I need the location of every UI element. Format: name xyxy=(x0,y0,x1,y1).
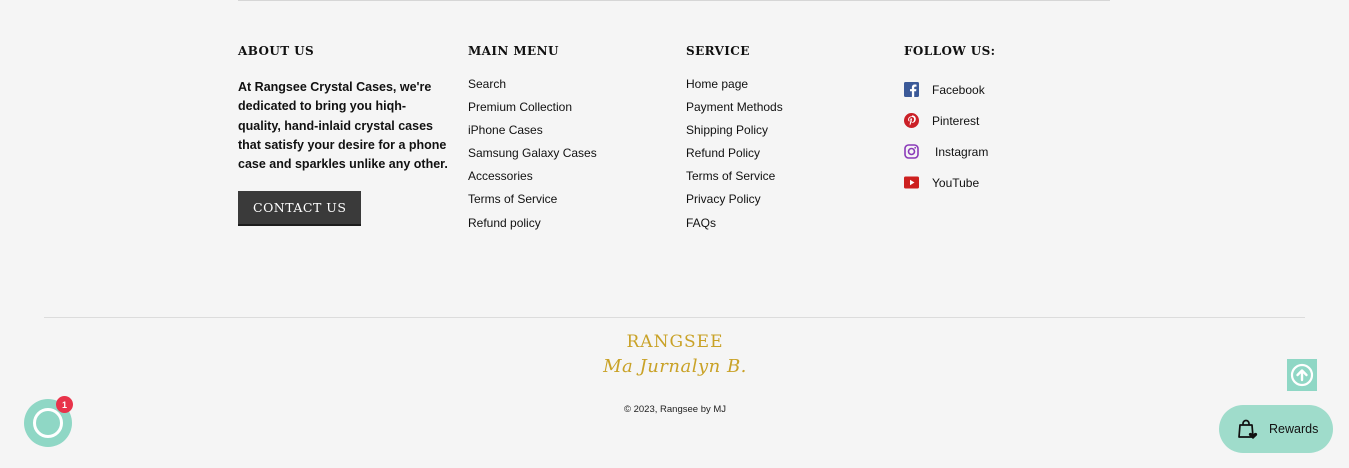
youtube-label: YouTube xyxy=(932,175,980,190)
about-column: ABOUT US At Rangsee Crystal Cases, we're… xyxy=(238,44,448,227)
brand-signature: Ma Jurnalyn B. xyxy=(603,356,747,377)
shopping-bag-heart-icon xyxy=(1238,419,1258,439)
arrow-up-circle-icon xyxy=(1290,363,1314,387)
scroll-to-top-button[interactable] xyxy=(1287,359,1317,391)
chat-bubble-icon xyxy=(33,408,63,438)
bottom-divider xyxy=(44,317,1305,318)
rewards-button[interactable]: Rewards xyxy=(1219,405,1333,453)
service-link-terms-of-service[interactable]: Terms of Service xyxy=(686,165,886,188)
menu-link-accessories[interactable]: Accessories xyxy=(468,165,668,188)
facebook-label: Facebook xyxy=(932,82,985,97)
main-menu-heading: MAIN MENU xyxy=(468,44,559,58)
service-column: SERVICE Home page Payment Methods Shippi… xyxy=(686,44,886,235)
copyright-text: © 2023, Rangsee by MJ xyxy=(623,404,727,415)
follow-column: FOLLOW US: Facebook Pinterest Instagram … xyxy=(904,44,1104,198)
menu-link-samsung-galaxy-cases[interactable]: Samsung Galaxy Cases xyxy=(468,142,668,165)
instagram-icon xyxy=(904,144,919,159)
menu-link-search[interactable]: Search xyxy=(468,73,668,96)
facebook-icon xyxy=(904,82,919,97)
service-link-privacy-policy[interactable]: Privacy Policy xyxy=(686,188,886,211)
top-divider xyxy=(238,0,1110,1)
main-menu-column: MAIN MENU Search Premium Collection iPho… xyxy=(468,44,668,235)
social-link-instagram[interactable]: Instagram xyxy=(904,136,1104,167)
service-links: Home page Payment Methods Shipping Polic… xyxy=(686,73,886,235)
youtube-icon xyxy=(904,175,919,190)
about-heading: ABOUT US xyxy=(238,44,315,58)
brand-logo[interactable]: RANGSEE Ma Jurnalyn B. xyxy=(600,332,750,377)
brand-name: RANGSEE xyxy=(626,332,724,352)
menu-link-iphone-cases[interactable]: iPhone Cases xyxy=(468,119,668,142)
chat-notification-badge: 1 xyxy=(56,396,73,413)
menu-link-refund-policy[interactable]: Refund policy xyxy=(468,212,668,235)
pinterest-label: Pinterest xyxy=(932,113,980,128)
instagram-label: Instagram xyxy=(935,144,989,159)
service-link-refund-policy[interactable]: Refund Policy xyxy=(686,142,886,165)
social-link-youtube[interactable]: YouTube xyxy=(904,167,1104,198)
menu-link-terms-of-service[interactable]: Terms of Service xyxy=(468,188,668,211)
social-link-facebook[interactable]: Facebook xyxy=(904,74,1104,105)
service-link-home-page[interactable]: Home page xyxy=(686,73,886,96)
social-links: Facebook Pinterest Instagram YouTube xyxy=(904,74,1104,198)
menu-link-premium-collection[interactable]: Premium Collection xyxy=(468,96,668,119)
service-link-payment-methods[interactable]: Payment Methods xyxy=(686,96,886,119)
contact-us-button[interactable]: CONTACT US xyxy=(238,191,362,227)
follow-heading: FOLLOW US: xyxy=(904,44,996,58)
rewards-label: Rewards xyxy=(1269,422,1319,436)
social-link-pinterest[interactable]: Pinterest xyxy=(904,105,1104,136)
service-link-shipping-policy[interactable]: Shipping Policy xyxy=(686,119,886,142)
service-heading: SERVICE xyxy=(686,44,750,58)
about-text: At Rangsee Crystal Cases, we're dedicate… xyxy=(238,80,448,172)
service-link-faqs[interactable]: FAQs xyxy=(686,212,886,235)
pinterest-icon xyxy=(904,113,919,128)
main-menu-links: Search Premium Collection iPhone Cases S… xyxy=(468,73,668,235)
